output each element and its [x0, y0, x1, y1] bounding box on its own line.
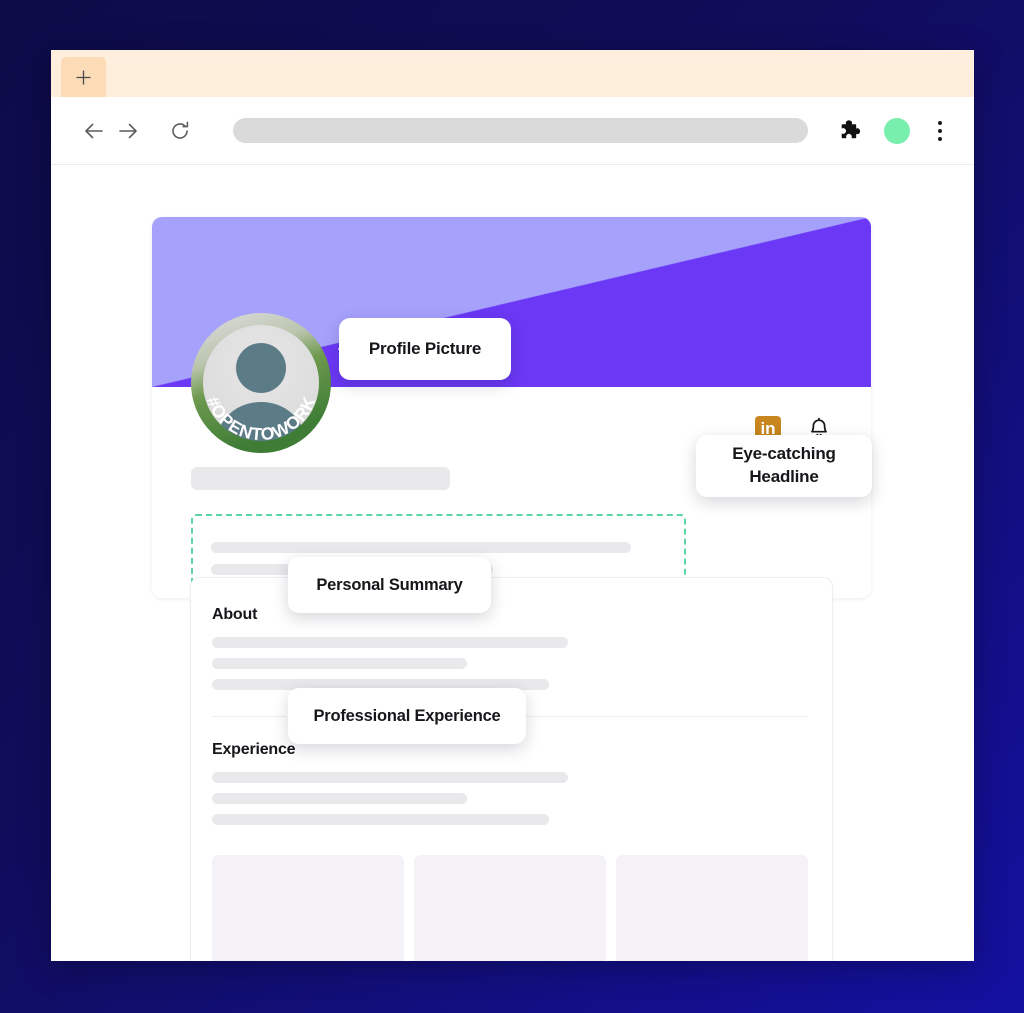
text-line-placeholder [212, 637, 568, 648]
text-line-placeholder [212, 793, 467, 804]
puzzle-piece-icon [841, 119, 861, 138]
media-tile[interactable] [212, 855, 404, 961]
annotation-eye-catching-headline: Eye-catching Headline [696, 435, 872, 497]
arrow-left-icon [85, 123, 103, 138]
media-tiles-row [212, 855, 808, 961]
browser-profile-avatar[interactable] [884, 117, 910, 144]
text-line-placeholder [212, 658, 467, 669]
kebab-dot [938, 120, 942, 125]
profile-sections-card: About Experience [190, 577, 833, 961]
annotation-profile-picture-label: Profile Picture [368, 339, 482, 358]
about-section-lines [212, 637, 808, 690]
reload-button[interactable] [163, 114, 197, 148]
arrow-right-icon [119, 123, 137, 138]
browser-toolbar [51, 97, 974, 165]
about-section: About [212, 606, 808, 690]
extensions-button[interactable] [838, 118, 864, 144]
new-tab-button[interactable] [61, 57, 106, 97]
text-line-placeholder [212, 772, 568, 783]
page-viewport: #OPENTOWORK Profile Picture in Eye-catch… [51, 165, 974, 961]
forward-button[interactable] [111, 114, 145, 148]
headline-line-placeholder [211, 542, 631, 553]
media-tile[interactable] [414, 855, 606, 961]
profile-banner[interactable]: #OPENTOWORK Profile Picture [152, 217, 871, 453]
plus-icon [76, 70, 91, 84]
kebab-dot [938, 128, 942, 133]
annotation-personal-summary-label: Personal Summary [316, 575, 463, 594]
browser-menu-button[interactable] [930, 118, 950, 144]
address-bar[interactable] [233, 118, 808, 143]
media-tile[interactable] [616, 855, 808, 961]
experience-section: Experience [212, 741, 808, 825]
reload-icon [172, 121, 189, 139]
profile-name-placeholder [191, 467, 450, 490]
toolbar-right-group [838, 117, 950, 144]
annotation-professional-experience-label: Professional Experience [313, 706, 501, 725]
profile-card: #OPENTOWORK Profile Picture in [152, 217, 871, 598]
annotation-professional-experience: Professional Experience [288, 688, 526, 744]
experience-section-lines [212, 772, 808, 825]
browser-tab-strip [51, 50, 974, 97]
annotation-personal-summary: Personal Summary [288, 557, 491, 613]
annotation-profile-picture: Profile Picture [339, 318, 511, 380]
back-button[interactable] [77, 114, 111, 148]
kebab-dot [938, 136, 942, 141]
annotation-headline-line-2: Headline [749, 467, 819, 486]
annotation-headline-line-1: Eye-catching [732, 444, 836, 464]
browser-window: #OPENTOWORK Profile Picture in Eye-catch… [51, 50, 974, 961]
text-line-placeholder [212, 814, 549, 825]
